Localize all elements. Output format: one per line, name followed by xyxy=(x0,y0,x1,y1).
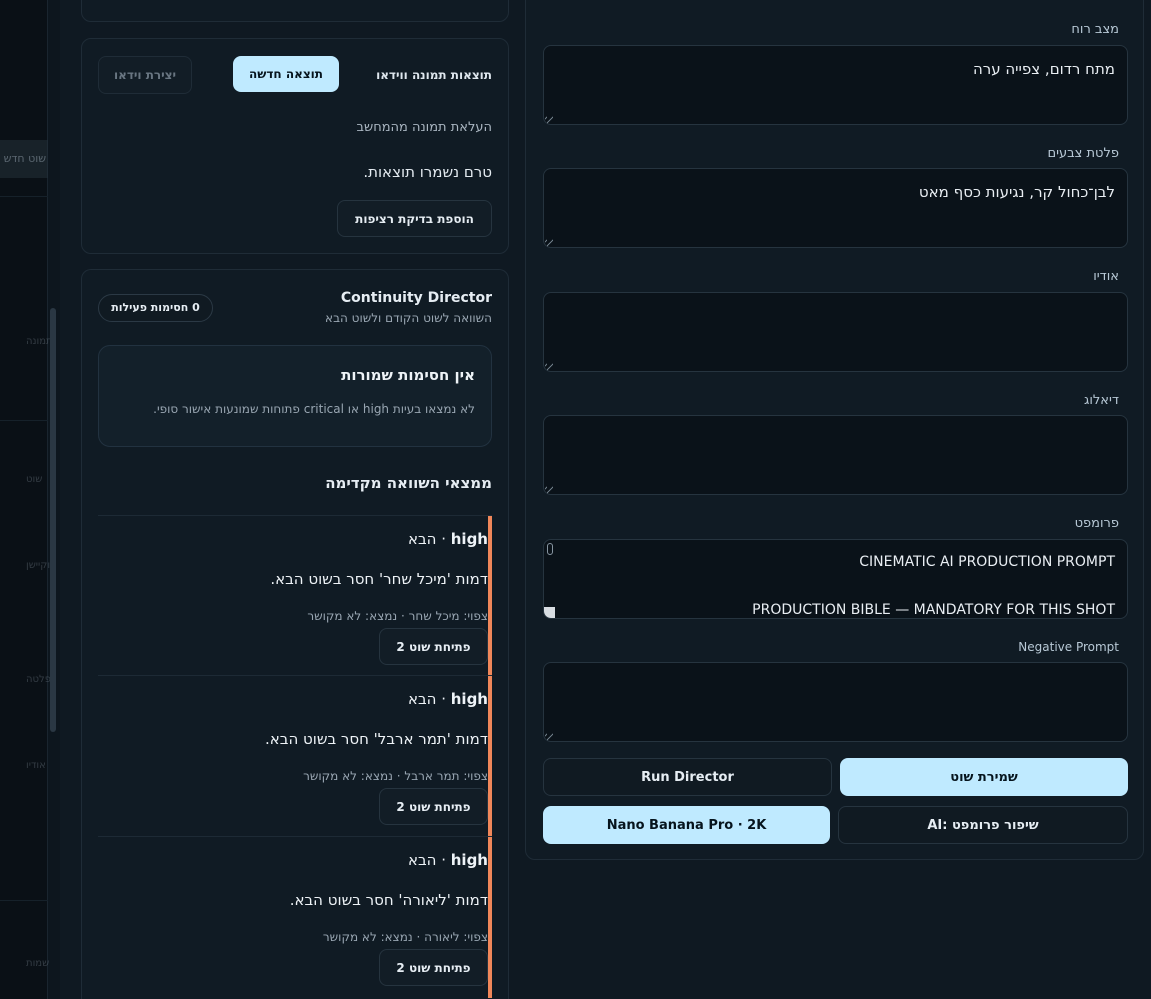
finding-direction: · הבא xyxy=(407,530,451,548)
finding-item: high · הבא דמות 'תמר ארבל' חסר בשוט הבא.… xyxy=(98,675,492,837)
severity-bar xyxy=(488,837,492,998)
audio-field[interactable] xyxy=(543,292,1128,372)
audio-label: אודיו xyxy=(1093,269,1119,284)
preview-panel: תוצאות תמונה ווידאו תוצאה חדשה יצירת ויד… xyxy=(81,38,509,254)
prompt-line: PRODUCTION BIBLE — MANDATORY FOR THIS SH… xyxy=(752,602,1115,618)
no-blocks-card: אין חסימות שמורות לא נמצאו בעיות high או… xyxy=(98,345,492,447)
severity-label: high xyxy=(450,851,488,869)
finding-header: high · הבא xyxy=(408,690,488,708)
finding-meta: צפוי: תמר ארבל · נמצא: לא מקושר xyxy=(303,769,488,783)
shot-form-panel: מצב רוח מתח רדום, צפייה ערה פלטת צבעים ל… xyxy=(525,0,1144,860)
background-page-strip: שוט חדש תמונה שוט לוקיישן פלטה אודיו שמו… xyxy=(0,0,56,999)
finding-text: דמות 'מיכל שחר' חסר בשוט הבא. xyxy=(270,570,488,588)
prompt-label: פרומפט xyxy=(1074,516,1119,531)
dialog-field[interactable] xyxy=(543,415,1128,495)
open-shot-button[interactable]: פתיחת שוט 2 xyxy=(379,628,488,665)
mood-label: מצב רוח xyxy=(1071,22,1119,37)
nano-banana-button[interactable]: Nano Banana Pro · 2K xyxy=(543,806,830,844)
open-shot-button[interactable]: פתיחת שוט 2 xyxy=(379,949,488,986)
resize-handle[interactable] xyxy=(545,239,553,247)
dialog-label: דיאלוג xyxy=(1084,393,1119,408)
mood-field[interactable]: מתח רדום, צפייה ערה xyxy=(543,45,1128,125)
resize-handle[interactable] xyxy=(544,607,555,618)
severity-label: high xyxy=(450,690,488,708)
run-director-button[interactable]: Run Director xyxy=(543,758,832,796)
background-label: אודיו xyxy=(26,760,46,771)
active-blocks-badge: 0 חסימות פעילות xyxy=(98,294,213,322)
palette-field[interactable]: לבן־כחול קר, נגיעות כסף מאט xyxy=(543,168,1128,248)
no-blocks-title: אין חסימות שמורות xyxy=(341,366,475,384)
continuity-subtitle: השוואה לשוט הקודם ולשוט הבא xyxy=(325,311,492,325)
finding-item: high · הבא דמות 'ליאורה' חסר בשוט הבא. צ… xyxy=(98,836,492,998)
divider xyxy=(0,420,48,421)
background-label: תמונה xyxy=(26,336,53,347)
palette-label: פלטת צבעים xyxy=(1047,146,1119,161)
continuity-title: Continuity Director xyxy=(340,290,492,306)
finding-header: high · הבא xyxy=(408,530,488,548)
resize-handle[interactable] xyxy=(545,733,553,741)
scrollbar-thumb[interactable] xyxy=(50,308,56,732)
preview-title: תוצאות תמונה ווידאו xyxy=(376,68,492,82)
new-preview-button[interactable]: תוצאה חדשה xyxy=(233,56,339,92)
prompt-field[interactable]: CINEMATIC AI PRODUCTION PROMPT PRODUCTIO… xyxy=(543,539,1128,619)
upload-image-link[interactable]: העלאת תמונה מהמחשב xyxy=(356,120,492,135)
finding-meta: צפוי: ליאורה · נמצא: לא מקושר xyxy=(322,930,488,944)
finding-header: high · הבא xyxy=(408,851,488,869)
resize-handle[interactable] xyxy=(545,116,553,124)
prompt-scrollbar[interactable] xyxy=(547,543,553,555)
divider xyxy=(0,900,48,901)
resize-handle[interactable] xyxy=(545,363,553,371)
background-label: שוט xyxy=(26,474,43,485)
findings-heading: ממצאי השוואה מקדימה xyxy=(325,474,492,492)
severity-bar xyxy=(488,676,492,837)
background-tab-label: שוט חדש xyxy=(3,152,46,165)
ai-improve-prompt-button[interactable]: AI: שיפור פרומפט xyxy=(838,806,1128,844)
finding-meta: צפוי: מיכל שחר · נמצא: לא מקושר xyxy=(307,609,488,623)
background-label: שמות xyxy=(26,958,50,969)
previous-panel xyxy=(81,0,509,22)
open-shot-button[interactable]: פתיחת שוט 2 xyxy=(379,788,488,825)
finding-item: high · הבא דמות 'מיכל שחר' חסר בשוט הבא.… xyxy=(98,515,492,677)
no-results-text: טרם נשמרו תוצאות. xyxy=(363,163,492,181)
background-label: פלטה xyxy=(26,674,51,685)
add-continuity-check-button[interactable]: הוספת בדיקת רציפות xyxy=(337,200,492,237)
negative-prompt-field[interactable] xyxy=(543,662,1128,742)
finding-direction: · הבא xyxy=(407,690,451,708)
no-blocks-description: לא נמצאו בעיות high או critical פתוחות ש… xyxy=(153,402,475,416)
continuity-director-panel: Continuity Director השוואה לשוט הקודם ול… xyxy=(81,269,509,999)
finding-text: דמות 'תמר ארבל' חסר בשוט הבא. xyxy=(265,730,488,748)
negative-prompt-label: Negative Prompt xyxy=(1018,640,1119,654)
divider xyxy=(0,196,48,197)
resize-handle[interactable] xyxy=(545,486,553,494)
save-shot-button[interactable]: שמירת שוט xyxy=(840,758,1128,796)
finding-text: דמות 'ליאורה' חסר בשוט הבא. xyxy=(289,891,488,909)
prompt-line: CINEMATIC AI PRODUCTION PROMPT xyxy=(859,554,1115,570)
create-video-button[interactable]: יצירת וידאו xyxy=(98,56,192,94)
severity-label: high xyxy=(450,530,488,548)
finding-direction: · הבא xyxy=(407,851,451,869)
severity-bar xyxy=(488,516,492,677)
